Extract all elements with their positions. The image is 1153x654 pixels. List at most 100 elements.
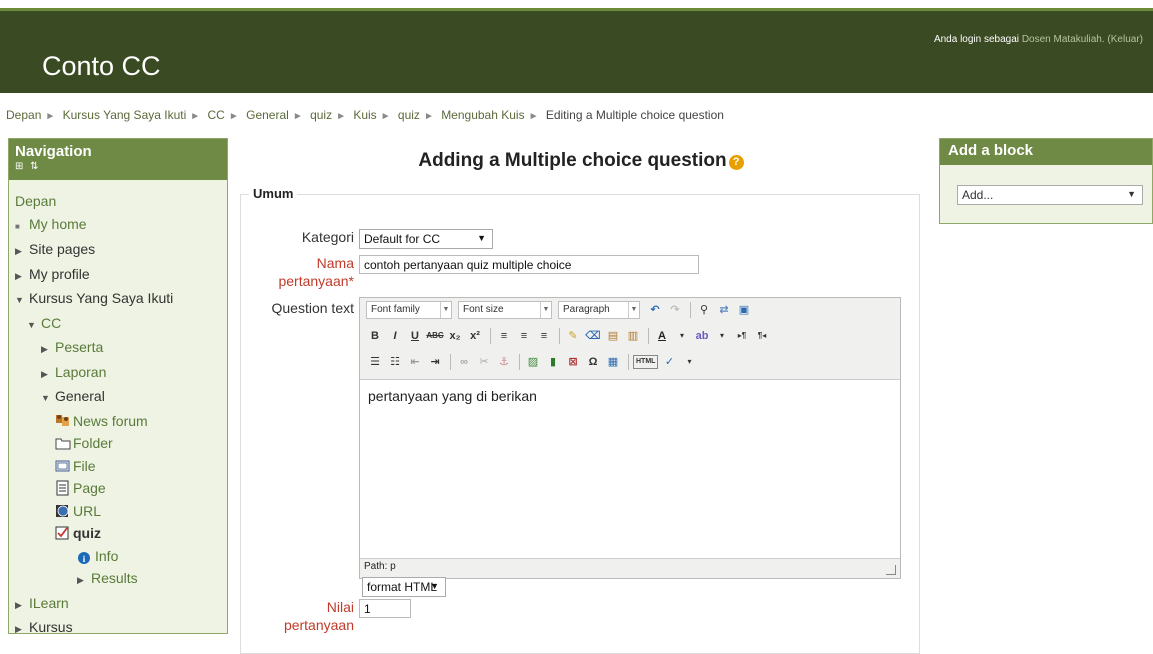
- cleanup-icon[interactable]: ✎: [564, 327, 582, 345]
- nav-item-depan[interactable]: Depan: [15, 193, 56, 209]
- highlight-color-icon[interactable]: ab: [693, 327, 711, 345]
- breadcrumb-item[interactable]: CC: [208, 108, 225, 122]
- resize-grip-icon[interactable]: [886, 565, 896, 575]
- nav-item-laporan[interactable]: Laporan: [55, 364, 106, 380]
- nav-item-folder[interactable]: Folder: [73, 435, 113, 451]
- kategori-select-value: Default for CC: [364, 232, 441, 246]
- align-center-icon[interactable]: ≡: [515, 327, 533, 345]
- superscript-icon[interactable]: x²: [466, 327, 484, 345]
- chevron-down-icon: ▼: [430, 581, 439, 591]
- expand-arrow-icon[interactable]: ▶: [41, 363, 55, 386]
- expand-arrow-icon[interactable]: ▶: [15, 265, 29, 288]
- rtl-icon[interactable]: ¶◂: [753, 327, 771, 345]
- nav-item-page[interactable]: Page: [73, 480, 106, 496]
- nav-item-quiz[interactable]: quiz: [73, 525, 101, 541]
- insert-table-icon[interactable]: ▦: [604, 353, 622, 371]
- breadcrumb-item[interactable]: quiz: [310, 108, 332, 122]
- undo-icon[interactable]: ↶: [646, 301, 664, 319]
- collapse-arrow-icon[interactable]: ▼: [27, 314, 41, 337]
- replace-icon[interactable]: ⇄: [715, 301, 733, 319]
- expand-arrow-icon[interactable]: ▶: [15, 618, 29, 633]
- underline-icon[interactable]: U: [406, 327, 424, 345]
- expand-arrow-icon[interactable]: ▶: [77, 569, 91, 592]
- block-controls-icon[interactable]: ⊞ ⇅: [15, 161, 227, 172]
- insert-file-icon[interactable]: ⊠: [564, 353, 582, 371]
- align-left-icon[interactable]: ≡: [495, 327, 513, 345]
- help-icon[interactable]: ?: [728, 155, 744, 170]
- expand-arrow-icon[interactable]: ▶: [15, 240, 29, 263]
- font-size-select[interactable]: Font size ▼: [458, 301, 552, 319]
- page-icon: [55, 480, 71, 496]
- nav-item-my-profile[interactable]: My profile: [29, 266, 90, 282]
- bold-icon[interactable]: B: [366, 327, 384, 345]
- font-family-select[interactable]: Font family ▼: [366, 301, 452, 319]
- breadcrumb: Depan ► Kursus Yang Saya Ikuti ► CC ► Gener…: [6, 108, 724, 122]
- nav-item-my-home[interactable]: My home: [29, 216, 87, 232]
- expand-arrow-icon[interactable]: ▶: [15, 594, 29, 617]
- outdent-icon[interactable]: ⇤: [406, 353, 424, 371]
- paste-word-icon[interactable]: ▥: [624, 327, 642, 345]
- breadcrumb-item[interactable]: Kursus Yang Saya Ikuti: [63, 108, 187, 122]
- nav-item-kursus[interactable]: Kursus: [29, 619, 73, 633]
- unlink-icon[interactable]: ✂: [475, 353, 493, 371]
- redo-icon[interactable]: ↷: [666, 301, 684, 319]
- nav-item-info[interactable]: Info: [95, 548, 118, 564]
- nav-item-peserta[interactable]: Peserta: [55, 339, 103, 355]
- nav-item-file[interactable]: File: [73, 458, 96, 474]
- special-char-icon[interactable]: Ω: [584, 353, 602, 371]
- editor-content-area[interactable]: pertanyaan yang di berikan: [360, 379, 900, 559]
- text-color-icon[interactable]: A: [653, 327, 671, 345]
- paste-text-icon[interactable]: ▤: [604, 327, 622, 345]
- nav-item-news-forum[interactable]: News forum: [73, 413, 148, 429]
- remove-format-icon[interactable]: ⌫: [584, 327, 602, 345]
- breadcrumb-current: Editing a Multiple choice question: [545, 108, 724, 122]
- nav-item-url[interactable]: URL: [73, 503, 101, 519]
- find-icon[interactable]: ⚲: [695, 301, 713, 319]
- kategori-select[interactable]: Default for CC ▼: [359, 229, 493, 249]
- breadcrumb-item[interactable]: quiz: [398, 108, 420, 122]
- spellcheck-icon[interactable]: ✓: [660, 353, 678, 371]
- collapse-arrow-icon[interactable]: ▼: [41, 387, 55, 410]
- user-name-link[interactable]: Dosen Matakuliah.: [1022, 34, 1105, 45]
- strikethrough-icon[interactable]: ABC: [426, 327, 444, 345]
- chevron-down-icon: ▼: [1127, 189, 1136, 199]
- subscript-icon[interactable]: x₂: [446, 327, 464, 345]
- breadcrumb-item[interactable]: Depan: [6, 108, 41, 122]
- nav-item-general[interactable]: General: [55, 388, 105, 404]
- numbered-list-icon[interactable]: ☷: [386, 353, 404, 371]
- folder-icon: [55, 435, 71, 451]
- dropdown-arrow-icon[interactable]: ▾: [673, 327, 691, 345]
- nav-item-results[interactable]: Results: [91, 570, 138, 586]
- nilai-input[interactable]: 1: [359, 599, 411, 618]
- ltr-icon[interactable]: ▸¶: [733, 327, 751, 345]
- expand-arrow-icon[interactable]: ▶: [41, 338, 55, 361]
- dropdown-arrow-icon[interactable]: ▾: [713, 327, 731, 345]
- page-title: Adding a Multiple choice question?: [240, 150, 922, 172]
- nav-item-ilearn[interactable]: ILearn: [29, 595, 69, 611]
- logout-link[interactable]: (Keluar): [1107, 34, 1143, 45]
- paragraph-select[interactable]: Paragraph ▼: [558, 301, 640, 319]
- format-select[interactable]: format HTML ▼: [362, 577, 446, 597]
- indent-icon[interactable]: ⇥: [426, 353, 444, 371]
- bullet-list-icon[interactable]: ☰: [366, 353, 384, 371]
- anchor-icon[interactable]: ⚓: [495, 353, 513, 371]
- breadcrumb-item[interactable]: Kuis: [353, 108, 376, 122]
- insert-media-icon[interactable]: ▮: [544, 353, 562, 371]
- breadcrumb-item[interactable]: Mengubah Kuis: [441, 108, 524, 122]
- collapse-arrow-icon[interactable]: ▼: [15, 289, 29, 312]
- site-name[interactable]: Conto CC: [42, 51, 161, 82]
- fullscreen-icon[interactable]: ▣: [735, 301, 753, 319]
- section-legend[interactable]: Umum: [249, 186, 298, 201]
- nav-item-cc[interactable]: CC: [41, 315, 61, 331]
- link-icon[interactable]: ∞: [455, 353, 473, 371]
- nama-input[interactable]: contoh pertanyaan quiz multiple choice: [359, 255, 699, 274]
- insert-image-icon[interactable]: ▨: [524, 353, 542, 371]
- nav-item-site-pages[interactable]: Site pages: [29, 241, 95, 257]
- align-right-icon[interactable]: ≡: [535, 327, 553, 345]
- italic-icon[interactable]: I: [386, 327, 404, 345]
- html-source-icon[interactable]: HTML: [633, 355, 659, 369]
- breadcrumb-item[interactable]: General: [246, 108, 289, 122]
- dropdown-arrow-icon[interactable]: ▾: [680, 353, 698, 371]
- add-block-select[interactable]: Add... ▼: [957, 185, 1143, 205]
- nav-item-kursus-saya[interactable]: Kursus Yang Saya Ikuti: [29, 290, 173, 306]
